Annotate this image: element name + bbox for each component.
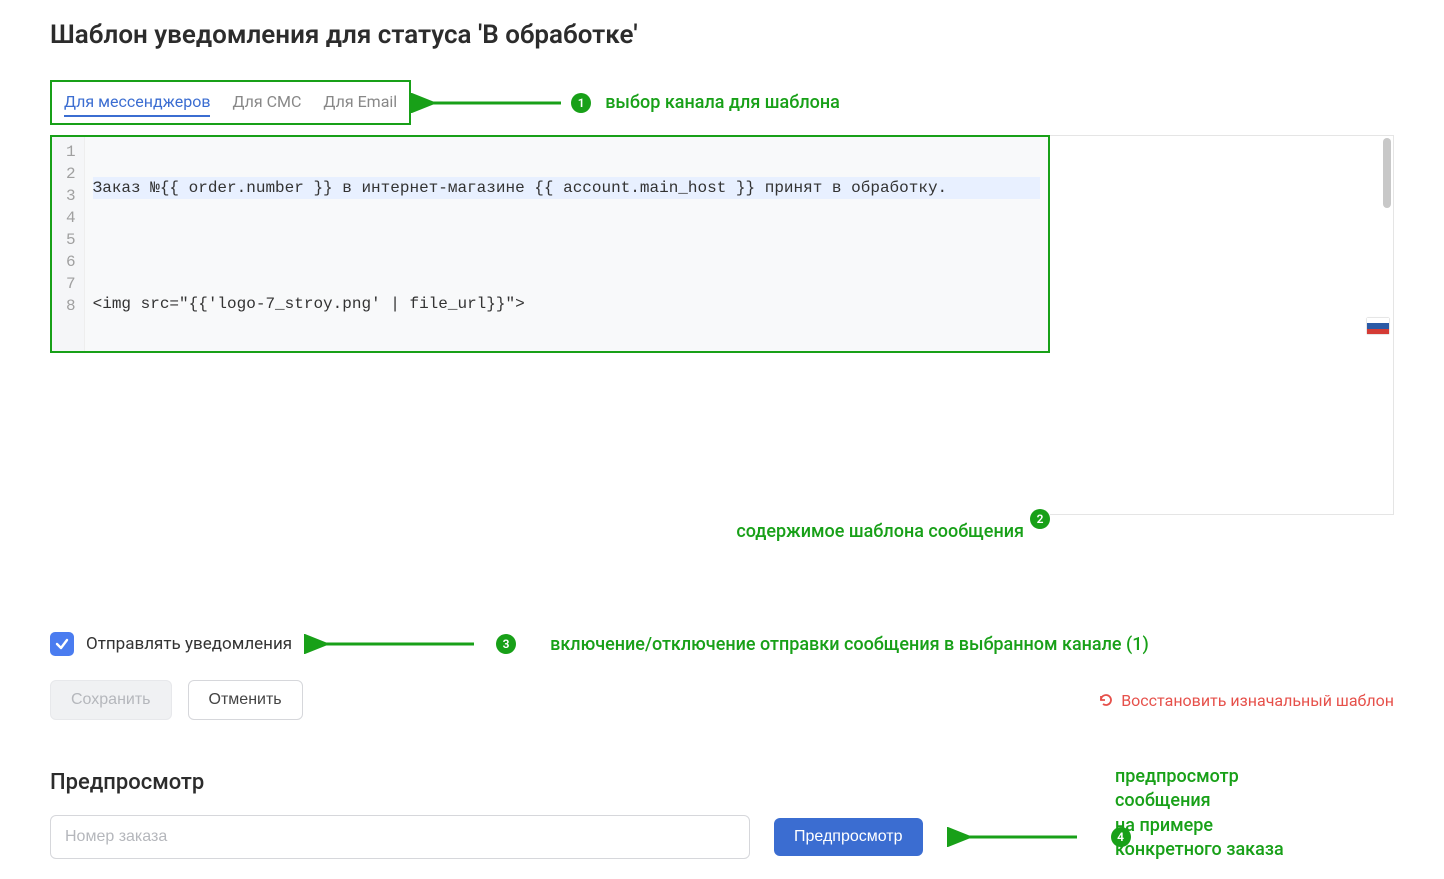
cancel-button[interactable]: Отменить [188, 680, 303, 720]
annotation-badge-1: 1 [571, 93, 591, 113]
flag-stripe [1367, 329, 1389, 334]
annotation-badge-3: 3 [496, 634, 516, 654]
check-icon [55, 637, 69, 651]
order-number-input[interactable] [50, 815, 750, 859]
restore-template-label: Восстановить изначальный шаблон [1121, 691, 1394, 710]
annotation-text-2: содержимое шаблона сообщения [736, 521, 1024, 542]
template-editor[interactable]: 1 2 3 4 5 6 7 8 Заказ №{{ order.number }… [50, 135, 1050, 353]
tab-messengers[interactable]: Для мессенджеров [64, 88, 210, 117]
annotation-badge-2: 2 [1030, 509, 1050, 529]
editor-gutter: 1 2 3 4 5 6 7 8 [52, 137, 85, 351]
editor-side-panel [1050, 135, 1394, 515]
restore-template-link[interactable]: Восстановить изначальный шаблон [1097, 691, 1394, 710]
annotation-arrow-4 [947, 827, 1087, 847]
send-notifications-label: Отправлять уведомления [86, 634, 292, 654]
tab-sms[interactable]: Для СМС [232, 88, 301, 117]
annotation-text-1: выбор канала для шаблона [605, 92, 840, 113]
scrollbar[interactable] [1383, 138, 1391, 208]
annotation-arrow-1 [411, 93, 571, 113]
send-notifications-checkbox[interactable] [50, 632, 74, 656]
save-button[interactable]: Сохранить [50, 680, 172, 720]
preview-button[interactable]: Предпросмотр [774, 818, 923, 856]
tab-email[interactable]: Для Email [323, 88, 397, 117]
language-flag-icon[interactable] [1367, 318, 1389, 334]
annotation-text-3: включение/отключение отправки сообщения … [550, 634, 1149, 655]
annotation-text-4: предпросмотрсообщенияна примереконкретно… [1115, 765, 1284, 862]
annotation-arrow-3 [304, 634, 484, 654]
editor-code[interactable]: Заказ №{{ order.number }} в интернет-маг… [85, 137, 1048, 351]
page-title: Шаблон уведомления для статуса 'В обрабо… [50, 20, 1394, 50]
code-line: Заказ №{{ order.number }} в интернет-маг… [93, 177, 1040, 199]
code-line [93, 235, 1040, 257]
channel-tabs: Для мессенджеров Для СМС Для Email [50, 80, 411, 125]
code-line: <img src="{{'logo-7_stroy.png' | file_ur… [93, 293, 1040, 315]
undo-icon [1097, 691, 1115, 709]
